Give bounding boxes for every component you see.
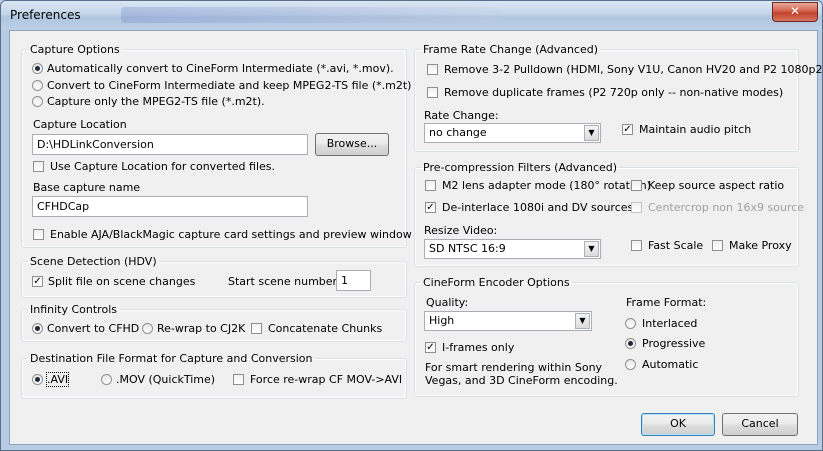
- rate-change-value: no change: [429, 126, 487, 139]
- iframes-only-label: I-frames only: [442, 341, 515, 354]
- chevron-down-icon[interactable]: ▼: [584, 241, 599, 257]
- keep-aspect-checkbox[interactable]: [631, 180, 642, 191]
- frame-format-label: Frame Format:: [626, 296, 707, 309]
- resize-video-select[interactable]: SD NTSC 16:9 ▼: [424, 239, 601, 259]
- radio-interlaced-label: Interlaced: [642, 317, 698, 330]
- encoder-options-legend: CineForm Encoder Options: [423, 276, 570, 289]
- remove-pulldown-label: Remove 3-2 Pulldown (HDMI, Sony V1U, Can…: [444, 63, 823, 76]
- quality-label: Quality:: [426, 296, 469, 309]
- maintain-audio-label: Maintain audio pitch: [639, 123, 752, 136]
- deinterlace-checkbox[interactable]: ✓: [425, 202, 436, 213]
- encoder-note-line2: Vegas, and 3D CineForm encoding.: [425, 374, 618, 387]
- maintain-audio-checkbox[interactable]: ✓: [622, 124, 633, 135]
- use-capture-location-checkbox[interactable]: [33, 161, 44, 172]
- radio-convert-cfhd-label: Convert to CFHD: [47, 322, 140, 335]
- precompression-legend: Pre-compression Filters (Advanced): [423, 161, 618, 174]
- scene-detection-legend: Scene Detection (HDV): [30, 255, 157, 268]
- iframes-only-checkbox[interactable]: ✓: [425, 342, 436, 353]
- radio-interlaced[interactable]: [625, 318, 636, 329]
- radio-capture-only[interactable]: [32, 96, 43, 107]
- chevron-down-icon[interactable]: ▼: [584, 125, 599, 141]
- encoder-note-line1: For smart rendering within Sony: [425, 361, 603, 374]
- radio-avi-label: .AVI: [45, 372, 70, 387]
- quality-value: High: [429, 314, 455, 327]
- centercrop-label: Centercrop non 16x9 source: [648, 201, 805, 214]
- radio-mov-label: .MOV (QuickTime): [116, 373, 216, 386]
- force-rewrap-label: Force re-wrap CF MOV->AVI: [250, 373, 403, 386]
- capture-location-field[interactable]: D:\HDLinkConversion: [32, 134, 308, 155]
- fast-scale-checkbox[interactable]: [631, 240, 642, 251]
- concatenate-chunks-checkbox[interactable]: [251, 323, 262, 334]
- base-capture-name-label: Base capture name: [33, 181, 141, 194]
- preferences-window: Preferences ✕ Capture Options Automatica…: [0, 0, 823, 451]
- radio-avi[interactable]: [32, 374, 43, 385]
- deinterlace-label: De-interlace 1080i and DV sources: [442, 201, 634, 214]
- radio-progressive-label: Progressive: [642, 337, 706, 350]
- check-icon: ✓: [33, 276, 42, 287]
- enable-aja-checkbox[interactable]: [33, 229, 44, 240]
- chevron-down-icon[interactable]: ▼: [575, 313, 590, 329]
- resize-video-value: SD NTSC 16:9: [429, 242, 506, 255]
- title-bar[interactable]: Preferences ✕: [1, 1, 822, 30]
- radio-capture-only-label: Capture only the MPEG2-TS file (*.m2t).: [47, 95, 265, 108]
- concatenate-chunks-label: Concatenate Chunks: [268, 322, 383, 335]
- force-rewrap-checkbox[interactable]: [233, 374, 244, 385]
- make-proxy-label: Make Proxy: [729, 239, 792, 252]
- radio-automatic-label: Automatic: [642, 358, 699, 371]
- radio-rewrap-cj2k[interactable]: [142, 323, 153, 334]
- radio-convert-intermediate[interactable]: [32, 63, 43, 74]
- base-capture-name-field[interactable]: CFHDCap: [32, 196, 308, 217]
- cancel-button[interactable]: Cancel: [722, 413, 798, 436]
- capture-options-legend: Capture Options: [30, 43, 120, 56]
- frame-rate-legend: Frame Rate Change (Advanced): [423, 43, 599, 56]
- resize-video-label: Resize Video:: [424, 224, 498, 237]
- fast-scale-label: Fast Scale: [648, 239, 704, 252]
- background-window-ghost: [121, 7, 501, 23]
- ok-button[interactable]: OK: [641, 413, 715, 436]
- radio-convert-keep-label: Convert to CineForm Intermediate and kee…: [47, 79, 412, 92]
- close-icon[interactable]: ✕: [772, 2, 818, 22]
- quality-select[interactable]: High ▼: [424, 311, 592, 331]
- make-proxy-checkbox[interactable]: [712, 240, 723, 251]
- radio-progressive[interactable]: [625, 338, 636, 349]
- infinity-controls-legend: Infinity Controls: [30, 303, 117, 316]
- remove-duplicate-checkbox[interactable]: [427, 87, 438, 98]
- check-icon: ✓: [426, 342, 435, 353]
- radio-mov[interactable]: [101, 374, 112, 385]
- rate-change-select[interactable]: no change ▼: [424, 123, 601, 143]
- use-capture-location-label: Use Capture Location for converted files…: [50, 160, 276, 173]
- radio-convert-intermediate-label: Automatically convert to CineForm Interm…: [47, 62, 394, 75]
- enable-aja-label: Enable AJA/BlackMagic capture card setti…: [50, 228, 412, 241]
- keep-aspect-label: Keep source aspect ratio: [648, 179, 785, 192]
- capture-location-label: Capture Location: [33, 118, 127, 131]
- centercrop-checkbox[interactable]: [631, 202, 642, 213]
- check-icon: ✓: [426, 202, 435, 213]
- radio-rewrap-cj2k-label: Re-wrap to CJ2K: [157, 322, 246, 335]
- window-title: Preferences: [10, 8, 81, 22]
- split-scene-label: Split file on scene changes: [48, 275, 196, 288]
- start-scene-label: Start scene number:: [228, 275, 341, 288]
- m2-lens-label: M2 lens adapter mode (180° rotation): [442, 179, 651, 192]
- check-icon: ✓: [623, 124, 632, 135]
- dialog-client-area: Capture Options Automatically convert to…: [9, 30, 822, 445]
- destination-format-legend: Destination File Format for Capture and …: [30, 352, 313, 365]
- browse-button[interactable]: Browse...: [315, 133, 389, 156]
- split-scene-checkbox[interactable]: ✓: [32, 276, 43, 287]
- remove-pulldown-checkbox[interactable]: [427, 64, 438, 75]
- radio-convert-keep[interactable]: [32, 80, 43, 91]
- rate-change-label: Rate Change:: [424, 109, 499, 122]
- radio-convert-cfhd[interactable]: [32, 323, 43, 334]
- start-scene-field[interactable]: 1: [336, 270, 371, 291]
- remove-duplicate-label: Remove duplicate frames (P2 720p only --…: [444, 86, 784, 99]
- radio-automatic[interactable]: [625, 359, 636, 370]
- m2-lens-checkbox[interactable]: [425, 180, 436, 191]
